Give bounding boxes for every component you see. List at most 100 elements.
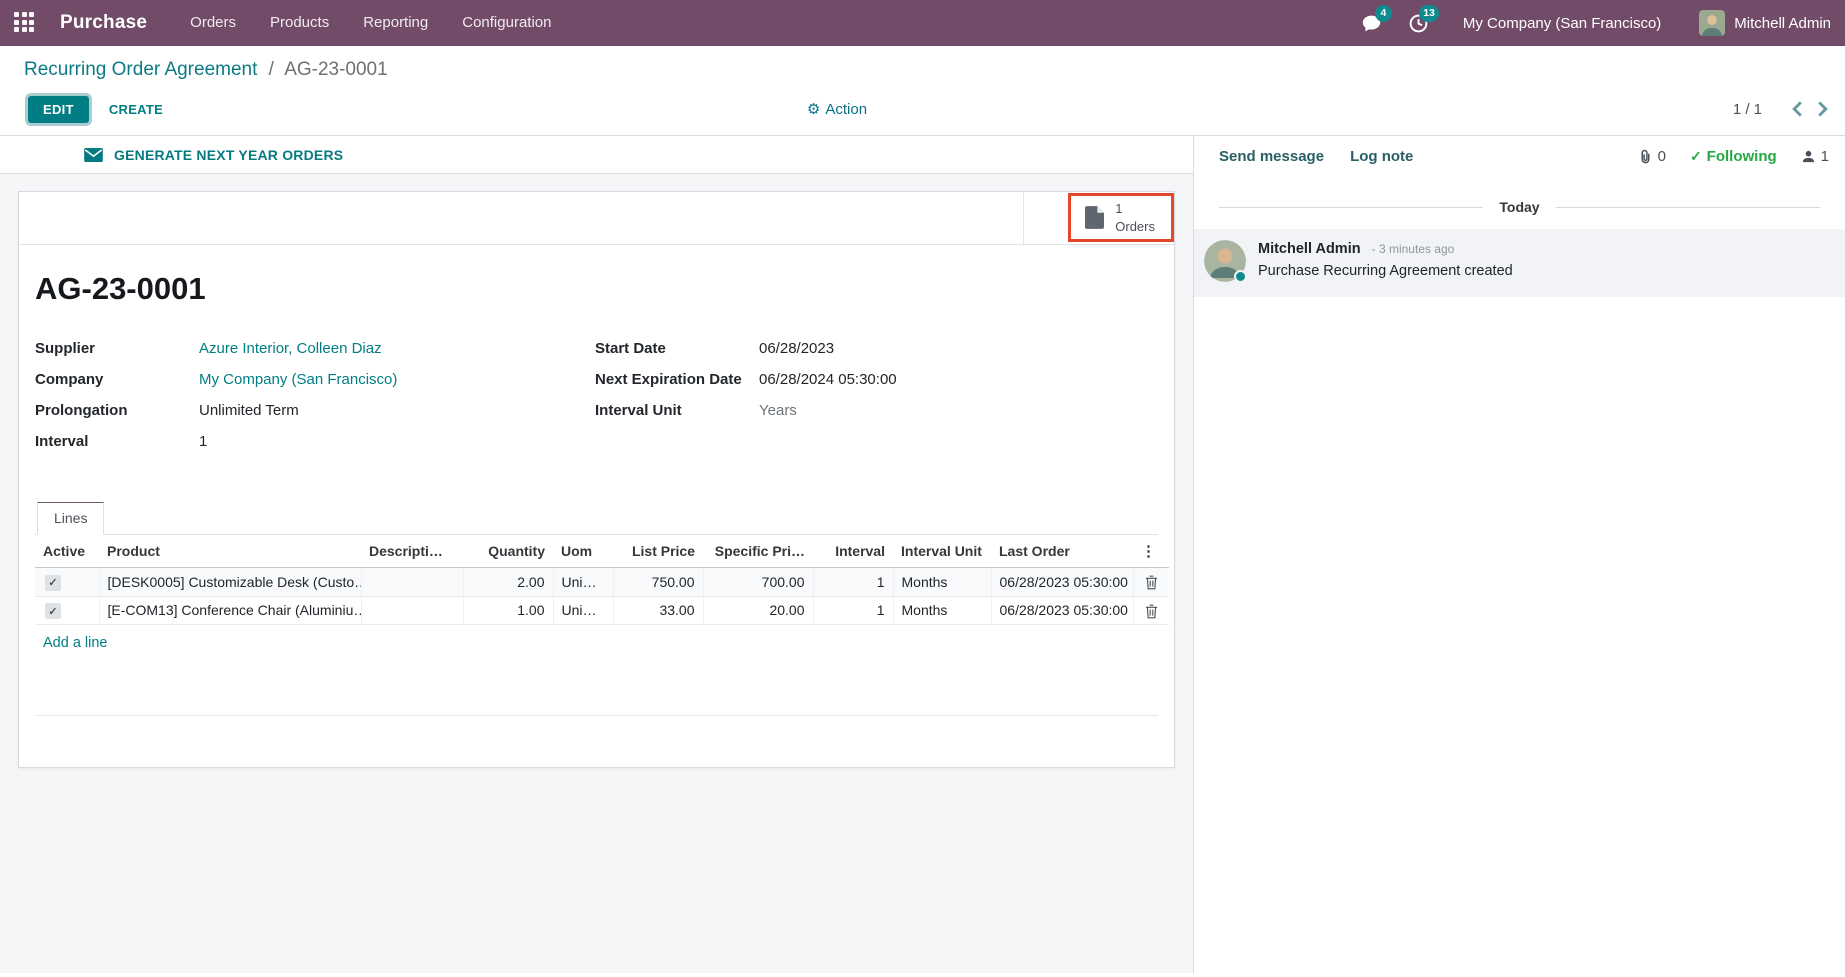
cell-description: [361, 568, 463, 597]
check-icon: ✓: [1690, 148, 1702, 165]
date-divider: Today: [1219, 199, 1820, 215]
message-body: Purchase Recurring Agreement created: [1258, 263, 1513, 279]
col-product: Product: [99, 535, 361, 568]
activities-icon[interactable]: 13: [1408, 13, 1429, 34]
messages-badge: 4: [1375, 5, 1392, 22]
nav-menu-orders[interactable]: Orders: [173, 0, 253, 46]
user-avatar: [1699, 10, 1725, 36]
orders-label: Orders: [1115, 218, 1155, 236]
chatter-message[interactable]: Mitchell Admin - 3 minutes ago Purchase …: [1194, 229, 1845, 297]
col-active: Active: [35, 535, 99, 568]
chevron-right-icon: [1817, 101, 1828, 117]
pager-value[interactable]: 1 / 1: [1733, 101, 1762, 118]
cell-last-order: 06/28/2023 05:30:00: [991, 568, 1133, 597]
document-icon: [1085, 206, 1104, 229]
optional-columns-icon[interactable]: ⋮: [1133, 535, 1169, 568]
cell-uom: Uni…: [553, 596, 613, 625]
send-message-button[interactable]: Send message: [1219, 148, 1324, 165]
delete-row-button[interactable]: [1145, 604, 1158, 619]
company-switcher[interactable]: My Company (San Francisco): [1463, 15, 1661, 32]
cell-product: [E-COM13] Conference Chair (Aluminiu…: [99, 596, 361, 625]
active-checkbox[interactable]: ✓: [45, 575, 61, 591]
start-date-value: 06/28/2023: [759, 339, 834, 358]
chatter-panel: Send message Log note 0 ✓ Following: [1193, 136, 1845, 973]
breadcrumb-current: AG-23-0001: [284, 59, 388, 80]
nav-menu-configuration[interactable]: Configuration: [445, 0, 568, 46]
edit-button[interactable]: EDIT: [28, 96, 89, 123]
nav-menu-products[interactable]: Products: [253, 0, 346, 46]
interval-value: 1: [199, 432, 207, 451]
cell-list-price: 750.00: [613, 568, 703, 597]
action-menu-button[interactable]: ⚙ Action: [807, 100, 867, 118]
add-a-line-link[interactable]: Add a line: [35, 625, 1158, 660]
statusbar: GENERATE NEXT YEAR ORDERS: [0, 136, 1193, 174]
message-timestamp: - 3 minutes ago: [1372, 242, 1455, 256]
generate-next-year-orders-button[interactable]: GENERATE NEXT YEAR ORDERS: [84, 147, 343, 163]
line-row-1[interactable]: ✓ [DESK0005] Customizable Desk (Custo… 2…: [35, 568, 1169, 597]
breadcrumb-parent-link[interactable]: Recurring Order Agreement: [24, 59, 257, 80]
line-row-2[interactable]: ✓ [E-COM13] Conference Chair (Aluminiu… …: [35, 596, 1169, 625]
form-view-panel: GENERATE NEXT YEAR ORDERS 1: [0, 136, 1193, 973]
lines-header-row: Active Product Descripti… Quantity Uom L…: [35, 535, 1169, 568]
following-button[interactable]: ✓ Following: [1690, 148, 1777, 165]
date-divider-label: Today: [1499, 199, 1539, 215]
nav-menus: Orders Products Reporting Configuration: [173, 0, 568, 46]
cell-interval-unit: Months: [893, 596, 991, 625]
control-panel: Recurring Order Agreement / AG-23-0001 E…: [0, 46, 1845, 136]
message-author-avatar: [1204, 240, 1246, 282]
notebook: Lines Active Product: [35, 501, 1158, 716]
cell-specific-price: 700.00: [703, 568, 813, 597]
pager-previous-button[interactable]: [1790, 99, 1805, 119]
presence-dot: [1234, 270, 1247, 283]
apps-grid-icon[interactable]: [14, 12, 36, 34]
cell-interval: 1: [813, 596, 893, 625]
supplier-value-link[interactable]: Azure Interior, Colleen Diaz: [199, 339, 382, 358]
interval-unit-value: Years: [759, 401, 797, 420]
log-note-button[interactable]: Log note: [1350, 148, 1413, 165]
prolongation-value: Unlimited Term: [199, 401, 299, 420]
col-quantity: Quantity: [463, 535, 553, 568]
cell-interval-unit: Months: [893, 568, 991, 597]
start-date-label: Start Date: [595, 339, 759, 358]
notebook-bottom-divider: [35, 660, 1158, 716]
company-value-link[interactable]: My Company (San Francisco): [199, 370, 397, 389]
delete-row-button[interactable]: [1145, 575, 1158, 590]
company-label: Company: [35, 370, 199, 389]
cell-quantity: 2.00: [463, 568, 553, 597]
app-title[interactable]: Purchase: [60, 12, 147, 34]
breadcrumb-separator: /: [269, 59, 274, 80]
active-checkbox[interactable]: ✓: [45, 603, 61, 619]
supplier-label: Supplier: [35, 339, 199, 358]
activities-badge: 13: [1419, 5, 1439, 22]
nav-menu-reporting[interactable]: Reporting: [346, 0, 445, 46]
tab-lines[interactable]: Lines: [37, 502, 104, 535]
breadcrumb: Recurring Order Agreement / AG-23-0001: [24, 57, 1830, 83]
attachments-count: 0: [1658, 148, 1666, 165]
col-description: Descripti…: [361, 535, 463, 568]
followers-button[interactable]: 1: [1801, 148, 1829, 165]
cell-uom: Uni…: [553, 568, 613, 597]
top-navbar: Purchase Orders Products Reporting Confi…: [0, 0, 1845, 46]
stat-separator: [1023, 192, 1024, 245]
col-specific-price: Specific Pri…: [703, 535, 813, 568]
cell-list-price: 33.00: [613, 596, 703, 625]
prolongation-label: Prolongation: [35, 401, 199, 420]
pager-next-button[interactable]: [1815, 99, 1830, 119]
message-author: Mitchell Admin: [1258, 241, 1361, 257]
user-menu[interactable]: Mitchell Admin: [1699, 10, 1831, 36]
followers-count: 1: [1821, 148, 1829, 165]
gear-icon: ⚙: [807, 100, 820, 118]
col-list-price: List Price: [613, 535, 703, 568]
interval-unit-label: Interval Unit: [595, 401, 759, 420]
form-background: 1 Orders AG-23-0001 Supplier Azure Inter…: [0, 174, 1193, 973]
attachments-button[interactable]: 0: [1638, 148, 1666, 165]
person-icon: [1801, 149, 1816, 164]
orders-count: 1: [1115, 200, 1155, 218]
orders-stat-button[interactable]: 1 Orders: [1071, 196, 1171, 239]
messages-icon[interactable]: 4: [1361, 13, 1382, 34]
col-last-order: Last Order: [991, 535, 1133, 568]
trash-icon: [1145, 604, 1158, 619]
create-button[interactable]: CREATE: [109, 102, 163, 117]
interval-label: Interval: [35, 432, 199, 451]
col-uom: Uom: [553, 535, 613, 568]
